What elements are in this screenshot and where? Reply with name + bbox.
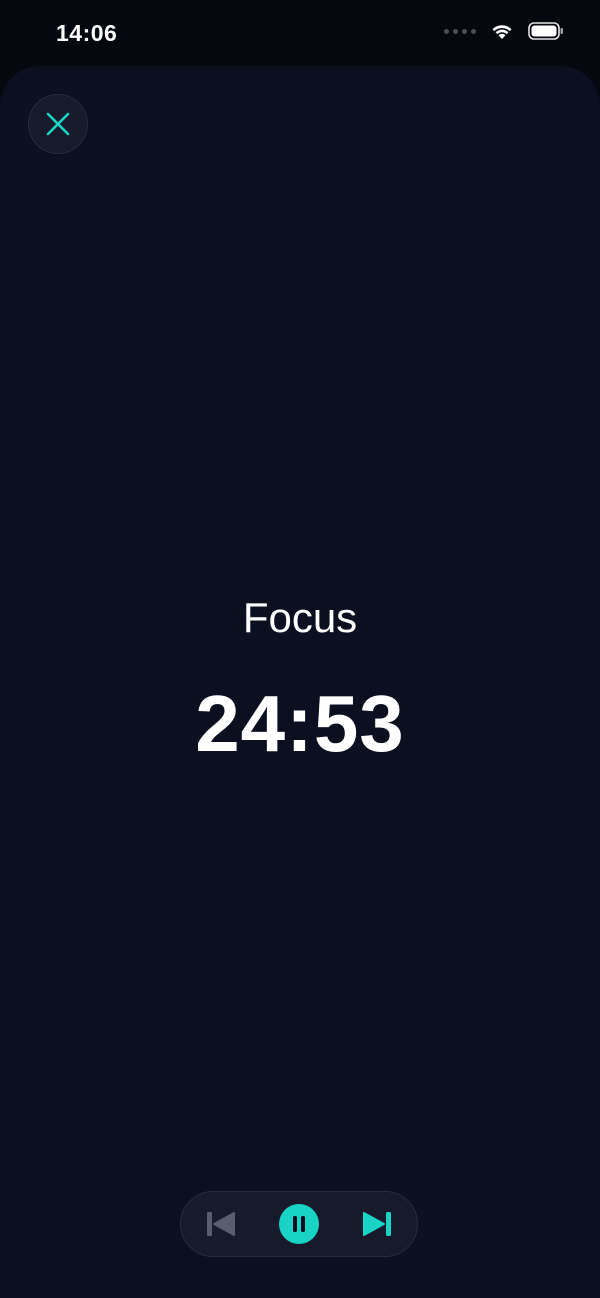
previous-button[interactable] xyxy=(201,1204,241,1244)
next-button[interactable] xyxy=(357,1204,397,1244)
playback-controls xyxy=(180,1191,418,1257)
countdown-timer: 24:53 xyxy=(195,679,405,768)
status-indicators xyxy=(444,22,564,40)
wifi-icon xyxy=(492,25,512,39)
status-time: 14:06 xyxy=(56,20,118,46)
close-button[interactable] xyxy=(28,94,88,154)
session-label: Focus xyxy=(242,594,358,641)
skip-previous-icon xyxy=(207,1212,235,1236)
battery-icon xyxy=(528,22,563,40)
status-bar: 14:06 xyxy=(0,0,600,66)
pause-button[interactable] xyxy=(279,1204,319,1244)
cellular-signal-icon xyxy=(444,28,476,34)
pause-icon xyxy=(293,1216,305,1232)
focus-session-sheet: Focus 24:53 xyxy=(0,66,600,1298)
skip-next-icon xyxy=(363,1212,391,1236)
close-icon xyxy=(46,112,70,136)
